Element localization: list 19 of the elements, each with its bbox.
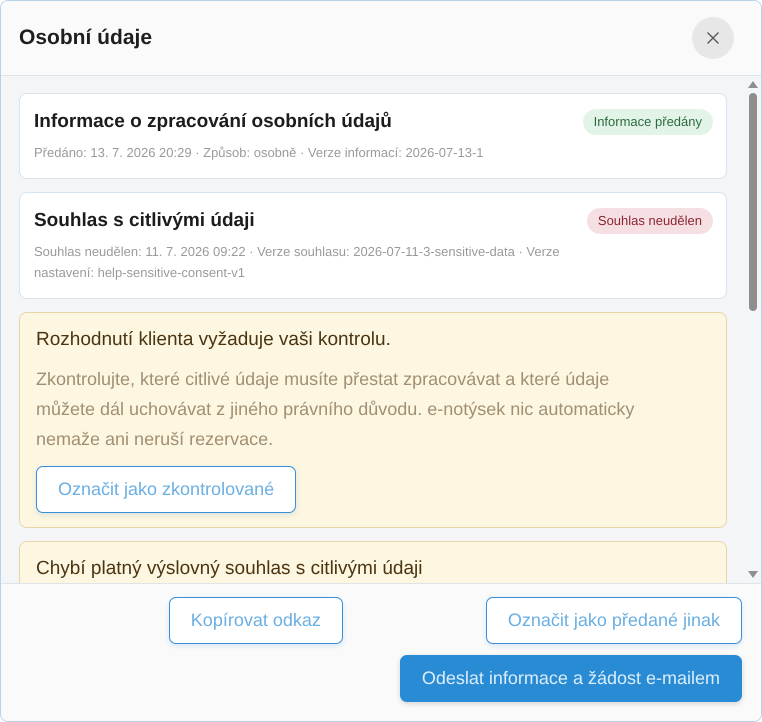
dialog-title: Osobní údaje [19,25,152,51]
card-title: Informace o zpracování osobních údajů [34,110,393,134]
card-details: Souhlas neudělen: 11. 7. 2026 09:22 · Verze souhlasu: 2026-07-11-3-sensitive-data · Verze nastavení: help-sensitive-consent-v1 [34,243,561,282]
action-button[interactable]: Kopírovat odkaz [168,597,343,644]
card-title: Souhlas s citlivými údaji [34,209,256,233]
action-button[interactable]: Označit jako předané jinak [486,597,742,644]
review-button[interactable]: Označit jako zkontrolované [36,466,296,513]
close-icon [707,32,719,44]
close-button[interactable] [692,17,734,59]
notice-text: Zkontrolujte, které citlivé údaje musíte přestat zpracovávat a které údaje můžete dál uchovávat z jiného právního důvodu. e-notýsek nic automaticky nemaže ani neruší rezervace. [36,368,636,451]
notice-title: Chybí platný výslovný souhlas s citlivými údaji [36,557,422,581]
primary-button[interactable]: Odeslat informace a žádost e-mailem [400,655,742,702]
status-badge: Souhlas neudělen [586,208,713,234]
status-badge: Informace předány [582,109,713,135]
scroll-down-icon[interactable] [748,571,758,578]
scrollbar-thumb[interactable] [748,93,756,311]
card-details: Předáno: 13. 7. 2026 20:29 · Způsob: osobně · Verze informací: 2026-07-13-1 [34,144,485,162]
scroll-up-icon[interactable] [748,81,758,88]
notice-title: Rozhodnutí klienta vyžaduje vaši kontrolu. [36,328,391,352]
